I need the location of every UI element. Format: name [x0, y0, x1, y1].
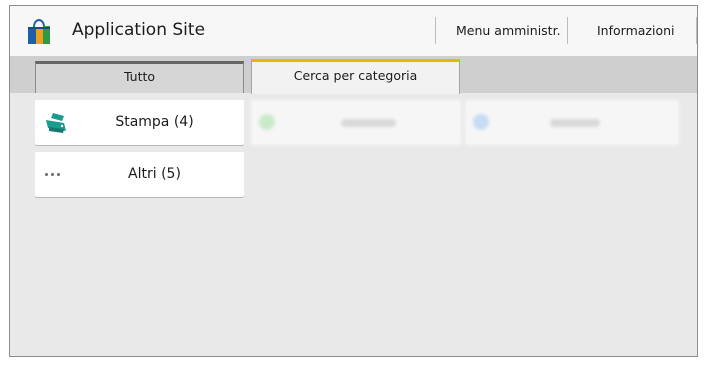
- blurred-item: [465, 100, 679, 145]
- category-print-label: Stampa (4): [115, 114, 194, 130]
- category-print[interactable]: Stampa (4): [35, 100, 244, 145]
- tab-all[interactable]: Tutto: [35, 61, 244, 93]
- app-window: Application Site Menu amministr. Informa…: [9, 5, 698, 357]
- separator: [696, 17, 697, 44]
- separator: [435, 17, 436, 44]
- blurred-text: [550, 119, 600, 127]
- blurred-text: [341, 119, 396, 127]
- separator: [567, 17, 568, 44]
- category-other[interactable]: Altri (5): [35, 152, 244, 197]
- admin-menu-button[interactable]: Menu amministr.: [456, 23, 561, 38]
- info-button[interactable]: Informazioni: [597, 23, 675, 38]
- tab-bar: Tutto Cerca per categoria: [10, 56, 697, 94]
- app-title: Application Site: [72, 20, 206, 40]
- blurred-icon: [259, 114, 275, 130]
- shopping-bag-icon: [28, 18, 50, 44]
- blurred-icon: [473, 114, 489, 130]
- tab-search-by-category[interactable]: Cerca per categoria: [251, 59, 460, 94]
- tab-category-label: Cerca per categoria: [293, 68, 418, 83]
- header-bar: Application Site Menu amministr. Informa…: [10, 6, 697, 56]
- tab-all-label: Tutto: [123, 69, 156, 84]
- category-other-label: Altri (5): [128, 166, 181, 182]
- blurred-item: [251, 100, 461, 145]
